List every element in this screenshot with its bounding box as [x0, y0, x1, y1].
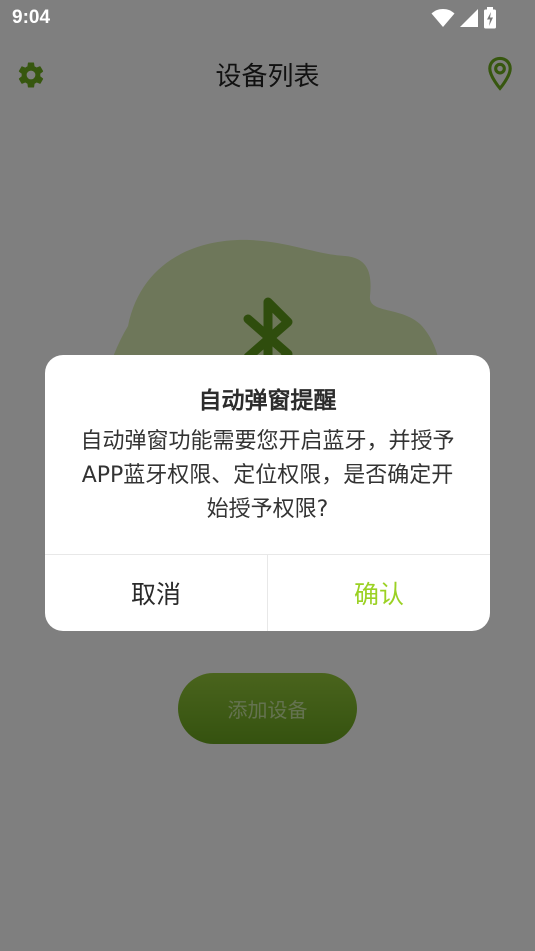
status-bar: 9:04: [0, 0, 535, 36]
signal-icon: [460, 9, 478, 27]
confirm-button[interactable]: 确认: [268, 555, 490, 631]
status-time: 9:04: [12, 7, 51, 28]
device-list-screen: 设备列表 添加设备 9:04: [0, 0, 535, 951]
wifi-icon: [431, 9, 455, 27]
status-icons: [431, 7, 497, 29]
dialog-message: 自动弹窗功能需要您开启蓝牙，并授予APP蓝牙权限、定位权限，是否确定开始授予权限…: [80, 429, 455, 522]
dialog-title: 自动弹窗提醒: [198, 388, 337, 414]
cancel-button[interactable]: 取消: [45, 555, 267, 631]
battery-charging-icon: [484, 7, 496, 29]
permission-dialog: 自动弹窗提醒 自动弹窗功能需要您开启蓝牙，并授予APP蓝牙权限、定位权限，是否确…: [45, 355, 490, 631]
